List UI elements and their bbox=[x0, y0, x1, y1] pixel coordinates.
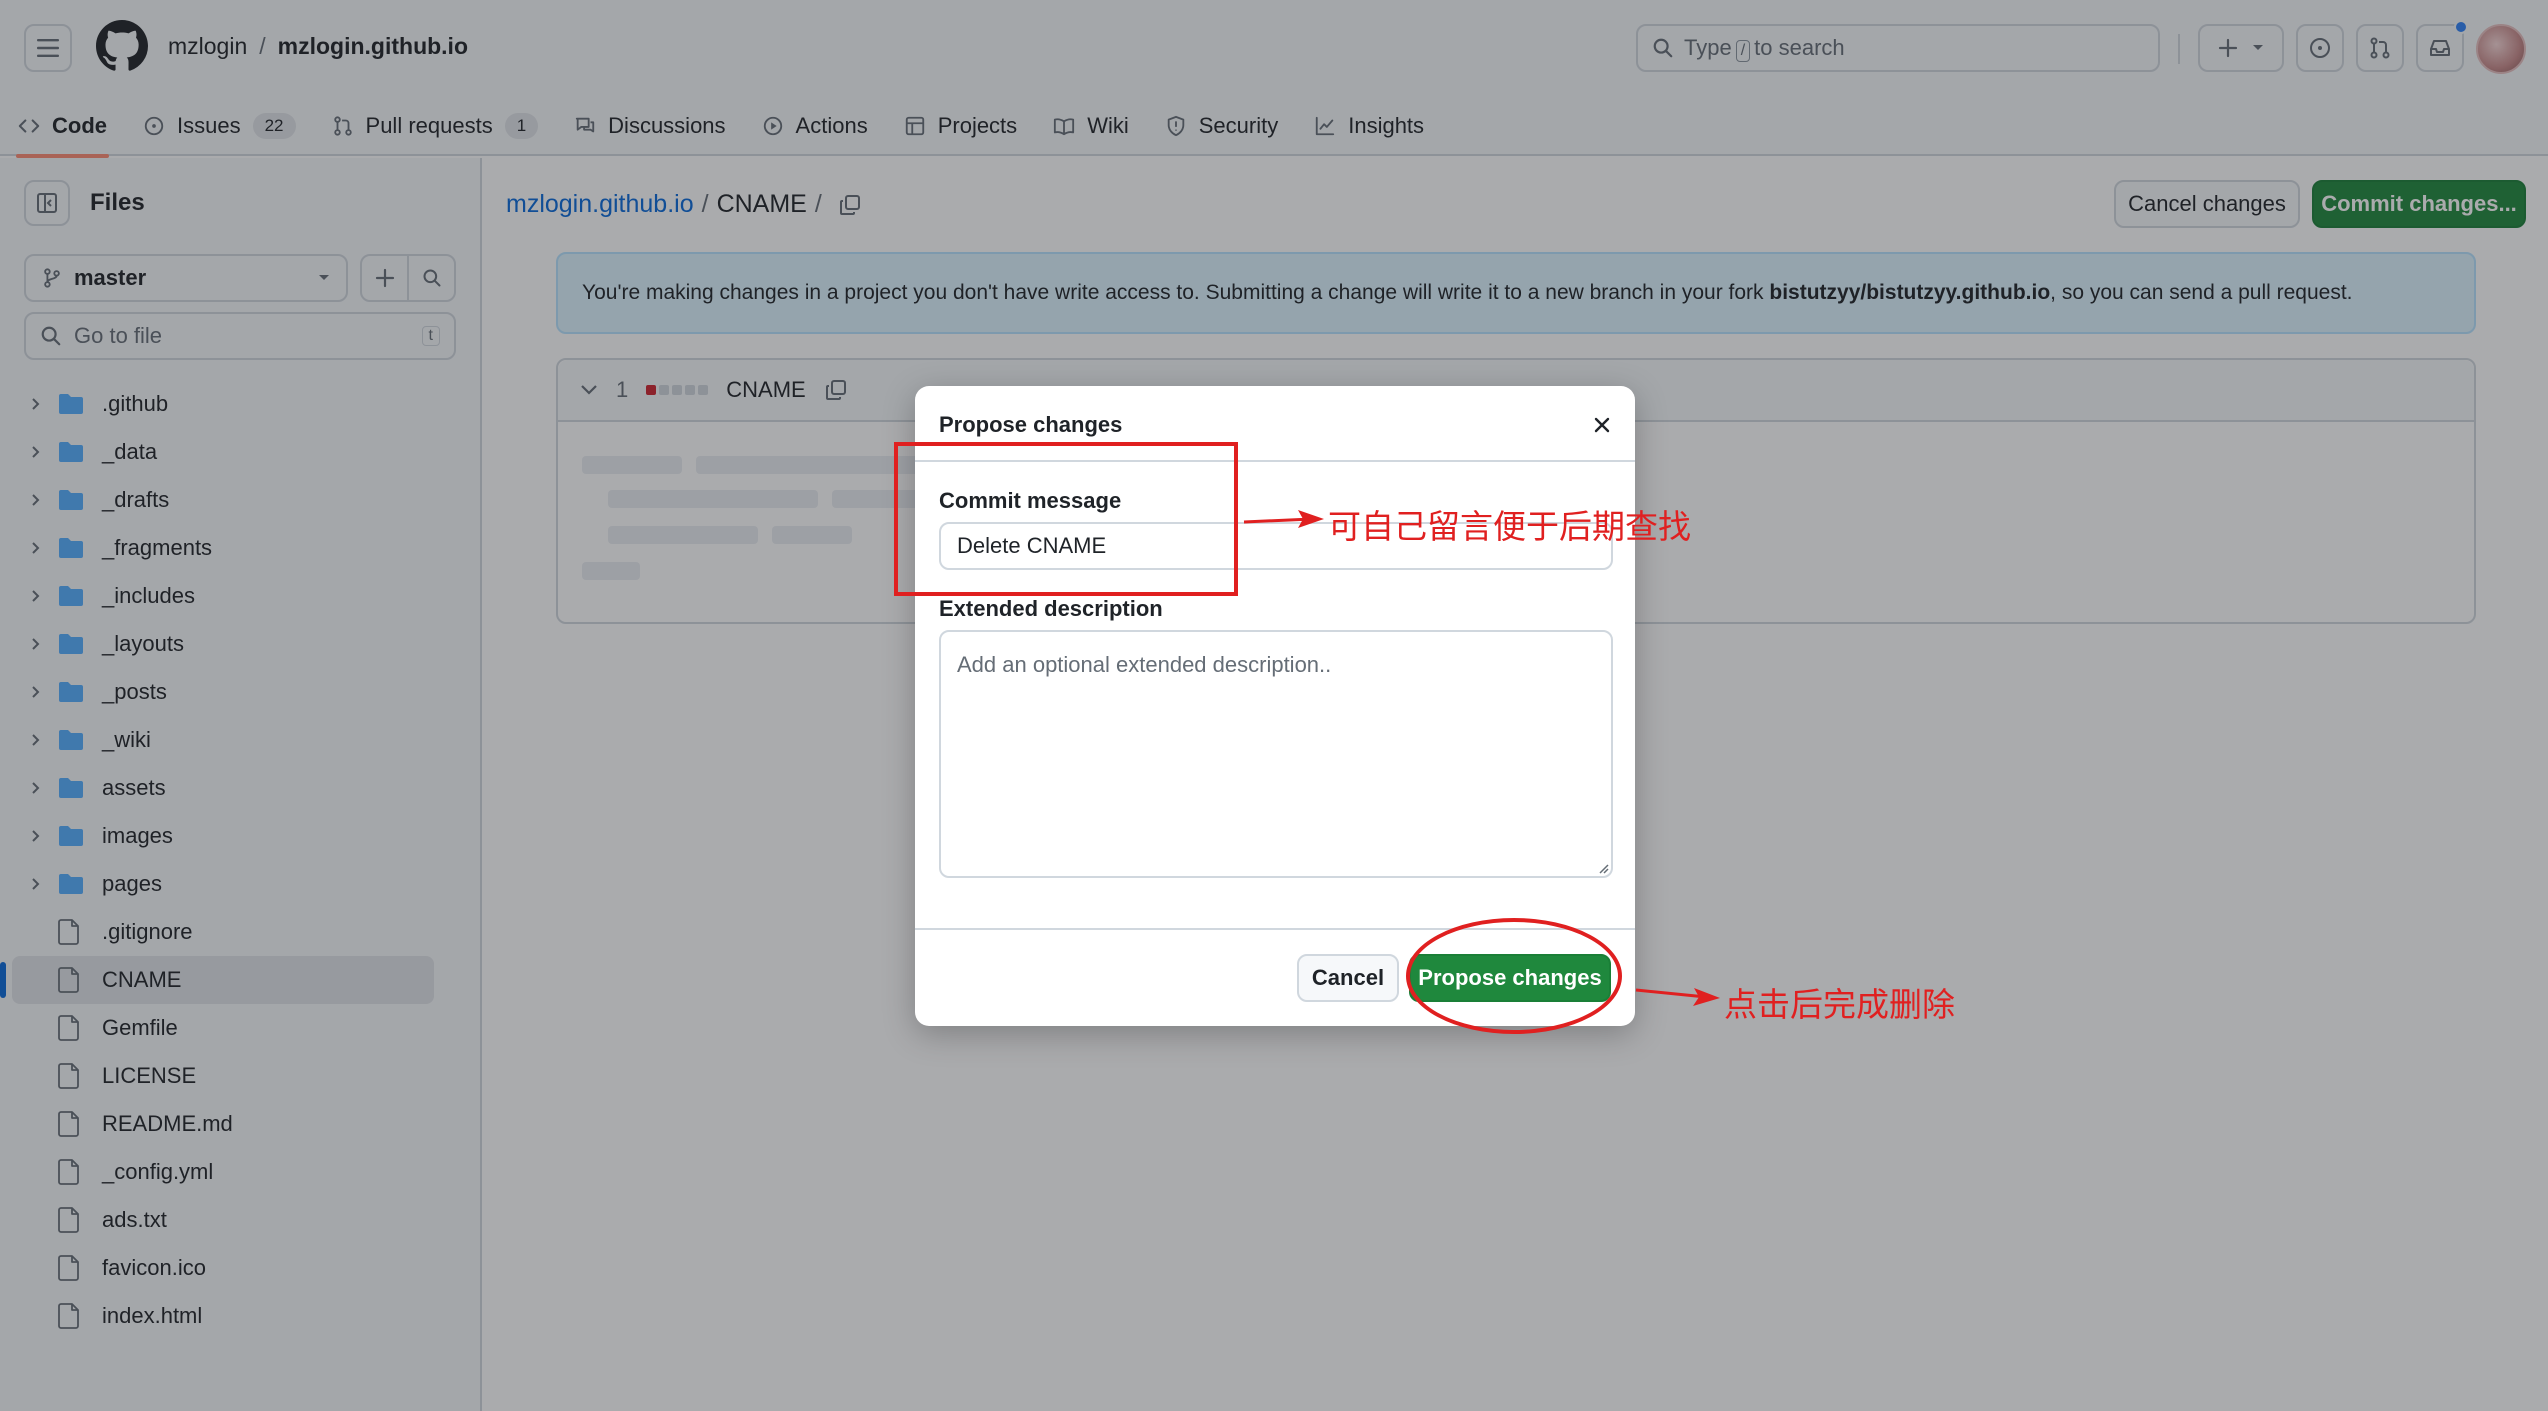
page: mzlogin / mzlogin.github.io Type / to sear… bbox=[0, 0, 2548, 1411]
annotation-arrows bbox=[1243, 510, 1720, 1006]
annotation-note-submit: 点击后完成删除 bbox=[1724, 985, 1955, 1024]
annotation-note-message: 可自己留言便于后期查找 bbox=[1328, 507, 1691, 546]
annotation-arrow-submit bbox=[1635, 988, 1707, 999]
